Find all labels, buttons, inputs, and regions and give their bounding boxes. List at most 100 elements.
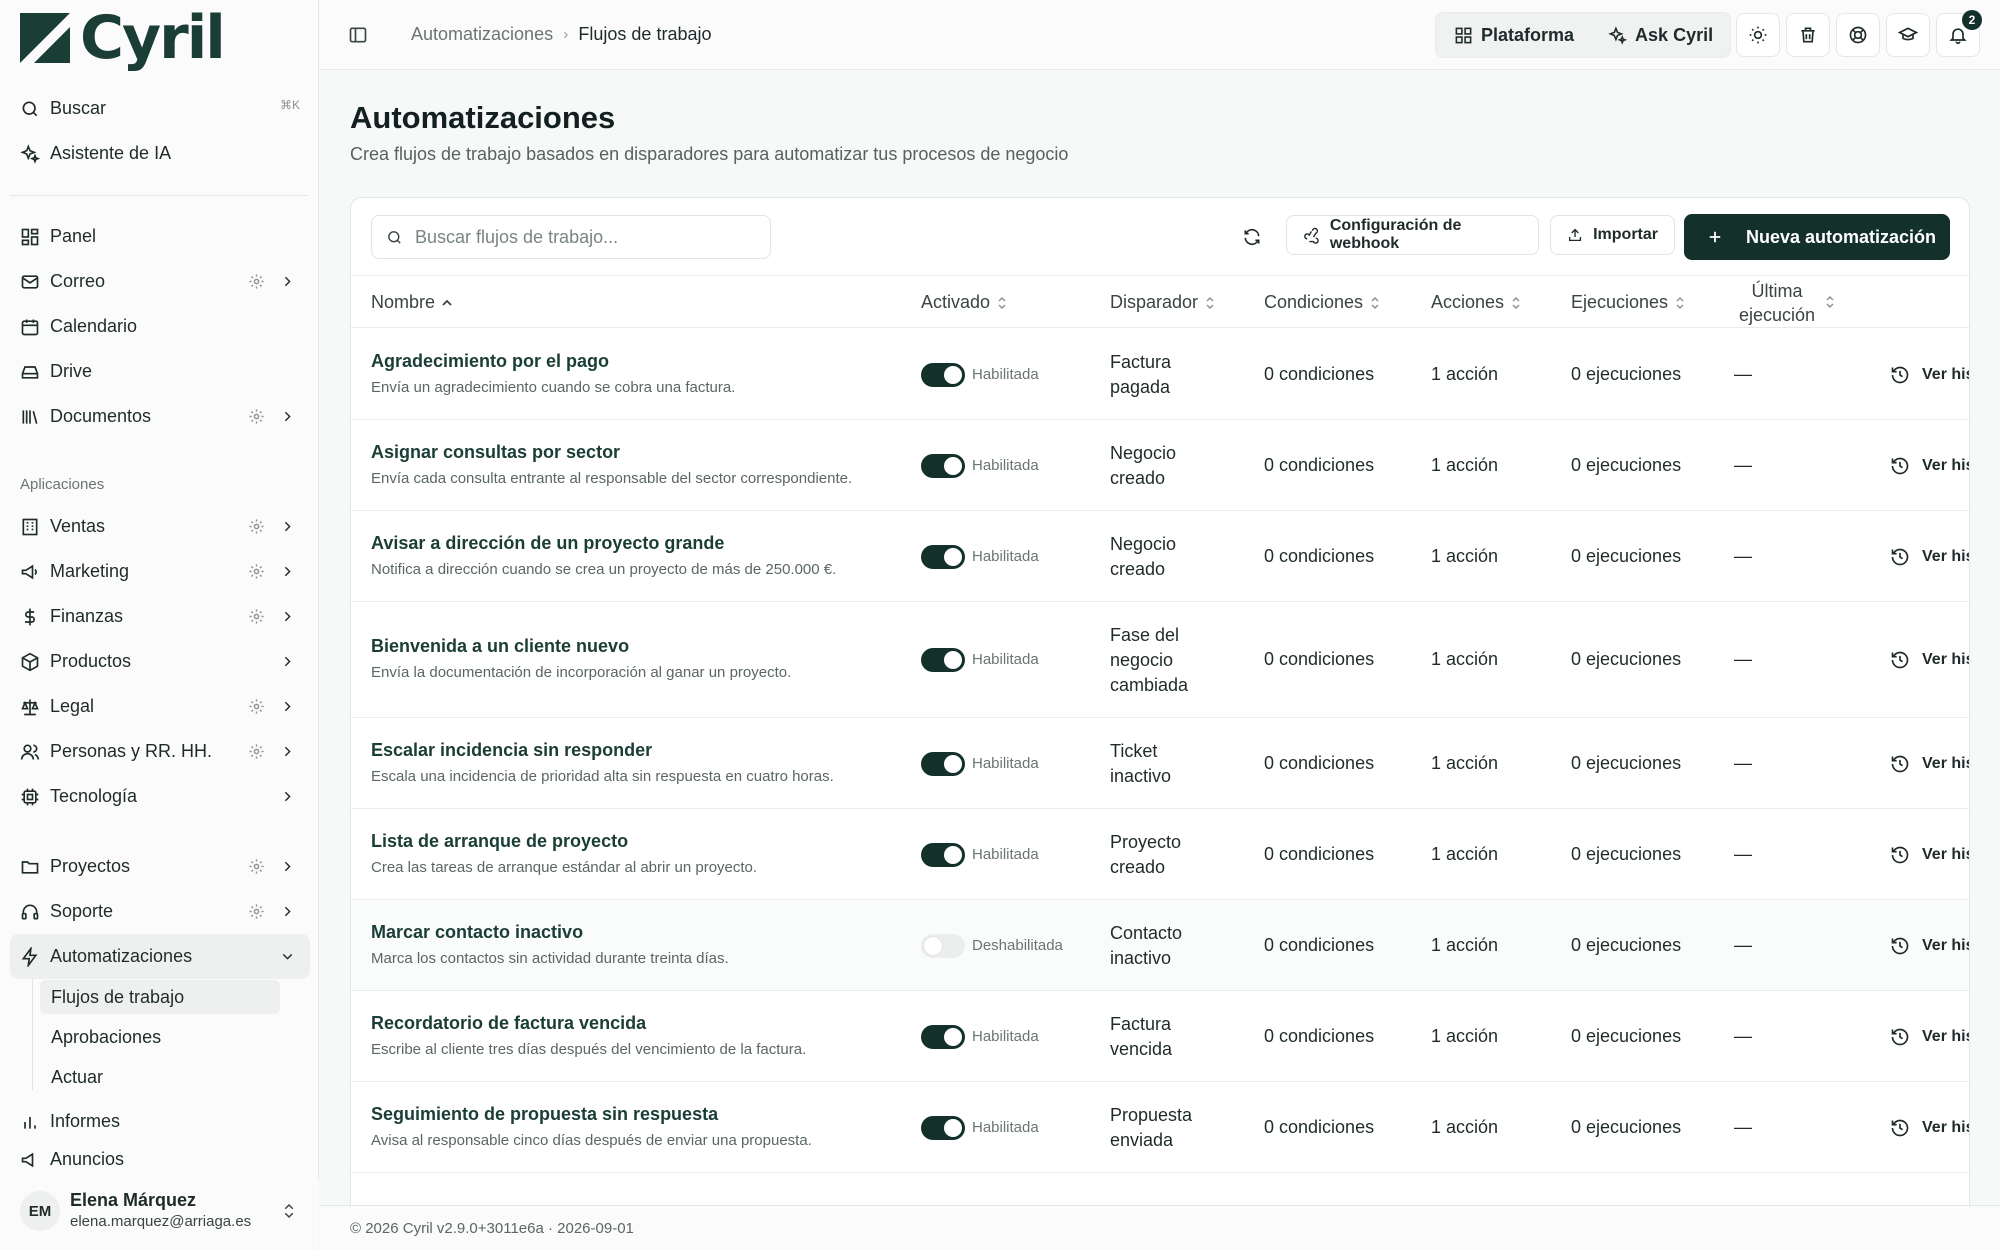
enabled-toggle[interactable] bbox=[921, 453, 965, 478]
sidebar-item-proyectos[interactable]: Proyectos bbox=[10, 844, 310, 889]
logo[interactable]: Cyril bbox=[20, 8, 226, 68]
column-header-last-run[interactable]: Última ejecución bbox=[1736, 276, 1818, 329]
sidebar-toggle-icon[interactable] bbox=[348, 25, 368, 45]
enabled-toggle[interactable] bbox=[921, 544, 965, 569]
sidebar-item-calendario[interactable]: Calendario bbox=[10, 304, 310, 349]
ask-cyril-button[interactable]: Ask Cyril bbox=[1574, 13, 1713, 57]
column-header-actions[interactable]: Acciones bbox=[1431, 276, 1522, 329]
column-header-enabled[interactable]: Activado bbox=[921, 276, 1008, 329]
workflow-name-link[interactable]: Bienvenida a un cliente nuevo bbox=[371, 636, 629, 657]
chevron-right-icon[interactable] bbox=[279, 788, 296, 805]
column-header-name[interactable]: Nombre bbox=[371, 276, 453, 329]
refresh-button[interactable] bbox=[1236, 221, 1268, 253]
enabled-toggle[interactable] bbox=[921, 842, 965, 867]
sidebar-item-panel[interactable]: Panel bbox=[10, 214, 310, 259]
table-row[interactable]: Lista de arranque de proyecto Crea las ta… bbox=[351, 809, 1969, 900]
sidebar-item-correo[interactable]: Correo bbox=[10, 259, 310, 304]
chevron-right-icon[interactable] bbox=[279, 653, 296, 670]
sidebar-item-anuncios[interactable]: Anuncios bbox=[10, 1145, 310, 1167]
sidebar-ai-assistant[interactable]: Asistente de IA bbox=[10, 131, 310, 176]
sidebar-item-personas[interactable]: Personas y RR. HH. bbox=[10, 729, 310, 774]
sidebar-item-informes[interactable]: Informes bbox=[10, 1099, 310, 1144]
workflow-name-link[interactable]: Avisar a dirección de un proyecto grande bbox=[371, 533, 724, 554]
enabled-toggle[interactable] bbox=[921, 648, 965, 672]
chevron-right-icon[interactable] bbox=[279, 743, 296, 760]
chevron-right-icon[interactable] bbox=[279, 563, 296, 580]
webhook-config-button[interactable]: Configuración de webhook bbox=[1286, 215, 1539, 255]
sidebar-item-soporte[interactable]: Soporte bbox=[10, 889, 310, 934]
search-box[interactable] bbox=[371, 215, 771, 259]
workflow-name-link[interactable]: Recordatorio de factura vencida bbox=[371, 1013, 646, 1034]
sidebar-sub-actuar[interactable]: Actuar bbox=[40, 1060, 280, 1094]
view-history-button[interactable]: Ver historial bbox=[1890, 936, 1969, 956]
sidebar-item-finanzas[interactable]: Finanzas bbox=[10, 594, 310, 639]
enabled-toggle[interactable] bbox=[921, 933, 965, 958]
table-row[interactable]: Marcar contacto inactivo Marca los contac… bbox=[351, 900, 1969, 991]
enabled-toggle[interactable] bbox=[921, 1024, 965, 1049]
column-header-executions[interactable]: Ejecuciones bbox=[1571, 276, 1686, 329]
column-header-trigger[interactable]: Disparador bbox=[1110, 276, 1216, 329]
sidebar-item-drive[interactable]: Drive bbox=[10, 349, 310, 394]
academy-button[interactable] bbox=[1886, 13, 1930, 57]
view-history-button[interactable]: Ver historial bbox=[1890, 1118, 1969, 1138]
enabled-toggle[interactable] bbox=[921, 1115, 965, 1140]
trash-button[interactable] bbox=[1786, 13, 1830, 57]
table-row[interactable]: Agradecimiento por el pago Envía un agrad… bbox=[351, 329, 1969, 420]
search-input[interactable] bbox=[415, 226, 755, 248]
enabled-toggle[interactable] bbox=[921, 362, 965, 387]
chevron-right-icon[interactable] bbox=[279, 608, 296, 625]
gear-icon[interactable] bbox=[248, 903, 265, 920]
sidebar-item-documentos[interactable]: Documentos bbox=[10, 394, 310, 439]
table-row[interactable]: Bienvenida a un cliente nuevo Envía la do… bbox=[351, 602, 1969, 718]
import-button[interactable]: Importar bbox=[1550, 215, 1675, 255]
platform-button[interactable]: Plataforma bbox=[1436, 13, 1574, 57]
sidebar-search[interactable]: Buscar ⌘K bbox=[10, 86, 310, 131]
chevron-right-icon[interactable] bbox=[279, 858, 296, 875]
breadcrumb-automatizaciones[interactable]: Automatizaciones bbox=[411, 24, 553, 45]
view-history-button[interactable]: Ver historial bbox=[1890, 1027, 1969, 1047]
gear-icon[interactable] bbox=[248, 563, 265, 580]
table-row[interactable]: Recordatorio de factura vencida Escribe a… bbox=[351, 991, 1969, 1082]
view-history-button[interactable]: Ver historial bbox=[1890, 845, 1969, 865]
chevron-right-icon[interactable] bbox=[279, 273, 296, 290]
sidebar-sub-aprobaciones[interactable]: Aprobaciones bbox=[40, 1020, 280, 1054]
gear-icon[interactable] bbox=[248, 858, 265, 875]
user-menu[interactable]: EM Elena Márquez elena.marquez@arriaga.e… bbox=[0, 1180, 319, 1250]
gear-icon[interactable] bbox=[248, 743, 265, 760]
column-header-conditions[interactable]: Condiciones bbox=[1264, 276, 1381, 329]
table-row[interactable]: Avisar a dirección de un proyecto grande… bbox=[351, 511, 1969, 602]
gear-icon[interactable] bbox=[248, 608, 265, 625]
view-history-button[interactable]: Ver historial bbox=[1890, 547, 1969, 567]
gear-icon[interactable] bbox=[248, 408, 265, 425]
sidebar-item-tecnologia[interactable]: Tecnología bbox=[10, 774, 310, 819]
notifications-button[interactable]: 2 bbox=[1936, 10, 1982, 57]
help-button[interactable] bbox=[1836, 13, 1880, 57]
workflow-name-link[interactable]: Agradecimiento por el pago bbox=[371, 351, 609, 372]
sidebar-item-marketing[interactable]: Marketing bbox=[10, 549, 310, 594]
workflow-name-link[interactable]: Marcar contacto inactivo bbox=[371, 922, 583, 943]
chevron-right-icon[interactable] bbox=[279, 518, 296, 535]
new-automation-button[interactable]: Nueva automatización bbox=[1684, 214, 1950, 260]
view-history-button[interactable]: Ver historial bbox=[1890, 365, 1969, 385]
gear-icon[interactable] bbox=[248, 518, 265, 535]
theme-button[interactable] bbox=[1736, 13, 1780, 57]
enabled-toggle[interactable] bbox=[921, 751, 965, 776]
view-history-button[interactable]: Ver historial bbox=[1890, 754, 1969, 774]
view-history-button[interactable]: Ver historial bbox=[1890, 650, 1969, 670]
workflow-name-link[interactable]: Escalar incidencia sin responder bbox=[371, 740, 652, 761]
workflow-name-link[interactable]: Seguimiento de propuesta sin respuesta bbox=[371, 1104, 718, 1125]
chevron-down-icon[interactable] bbox=[279, 948, 296, 965]
workflow-name-link[interactable]: Lista de arranque de proyecto bbox=[371, 831, 628, 852]
sidebar-item-automatizaciones[interactable]: Automatizaciones bbox=[10, 934, 310, 979]
table-row[interactable]: Asignar consultas por sector Envía cada c… bbox=[351, 420, 1969, 511]
table-row[interactable]: Seguimiento de propuesta sin respuesta Av… bbox=[351, 1082, 1969, 1173]
chevron-right-icon[interactable] bbox=[279, 903, 296, 920]
sidebar-sub-flujos[interactable]: Flujos de trabajo bbox=[40, 980, 280, 1014]
sidebar-item-legal[interactable]: Legal bbox=[10, 684, 310, 729]
gear-icon[interactable] bbox=[248, 698, 265, 715]
chevron-right-icon[interactable] bbox=[279, 408, 296, 425]
table-row[interactable]: Escalar incidencia sin responder Escala u… bbox=[351, 718, 1969, 809]
sidebar-item-ventas[interactable]: Ventas bbox=[10, 504, 310, 549]
gear-icon[interactable] bbox=[248, 273, 265, 290]
workflow-name-link[interactable]: Asignar consultas por sector bbox=[371, 442, 620, 463]
